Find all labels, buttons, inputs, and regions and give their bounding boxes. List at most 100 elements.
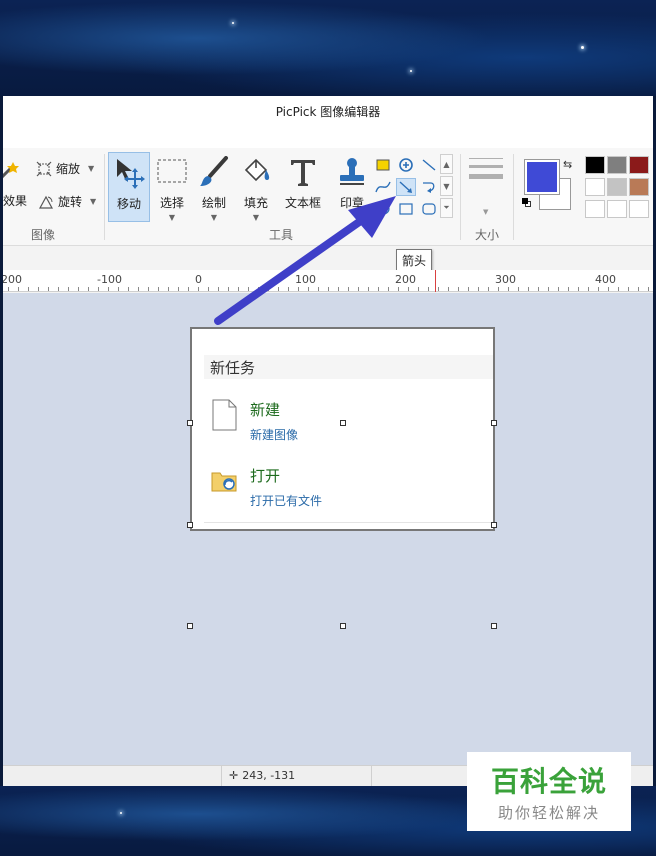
primary-color[interactable] [524,159,560,195]
shape-curve[interactable] [373,178,393,196]
palette-swatch[interactable] [607,200,627,218]
chevron-down-icon: ▼ [88,164,95,173]
shape-rectangle-highlight[interactable] [373,156,393,174]
ribbon-tab-strip [3,126,653,148]
resize-label: 缩放 [56,162,81,176]
palette-swatch[interactable] [607,156,627,174]
ruler-tick [408,287,409,291]
ruler-tick [138,287,139,291]
ruler-tick [238,287,239,291]
ruler-tick [438,287,439,291]
ruler-tick [48,287,49,291]
palette-swatch[interactable] [585,200,605,218]
ruler-tick [458,287,459,291]
stamp-tool-button[interactable]: 印章 [332,152,372,222]
group-separator [460,154,461,240]
ruler-tick [288,287,289,291]
ruler-tick [478,287,479,291]
line-width-sample [469,158,503,159]
ruler-tick [648,287,649,291]
ruler-tick [218,287,219,291]
chevron-down-icon: ▼ [252,213,260,222]
resize-handle[interactable] [340,623,346,629]
shape-line[interactable] [419,156,439,174]
palette-swatch[interactable] [629,178,649,196]
palette-swatch[interactable] [629,200,649,218]
ruler-tick [418,287,419,291]
size-line-width-button[interactable] [469,158,503,179]
resize-handle[interactable] [340,420,346,426]
palette-swatch[interactable] [585,178,605,196]
resize-button[interactable]: 缩放 ▼ [36,160,94,177]
canvas-image[interactable]: 新任务 新建 新建图像 打开 打开已有文件 [190,327,495,531]
ruler-tick [118,287,119,291]
draw-tool-button[interactable]: 绘制 ▼ [194,152,234,222]
ruler-tick [528,287,529,291]
ruler-tick [598,287,599,291]
ruler-tick [58,287,59,291]
select-tool-button[interactable]: 选择 ▼ [152,152,192,222]
ruler-label: 100 [295,273,316,286]
ruler-tick [378,287,379,291]
magic-wand-icon [3,162,19,179]
resize-icon [36,161,52,176]
ruler-tick [198,287,199,291]
status-divider [221,766,222,786]
reset-colors-icon[interactable] [522,198,532,208]
blank-document-icon [212,399,237,431]
ruler-tick [188,287,189,291]
ruler-tick [248,287,249,291]
palette-swatch[interactable] [629,156,649,174]
shape-rectangle[interactable] [396,200,416,218]
ruler-tick [28,287,29,291]
open-file-item[interactable]: 打开 打开已有文件 [210,465,322,509]
shape-connector[interactable] [419,178,439,196]
resize-handle[interactable] [491,420,497,426]
shape-magnify[interactable] [396,156,416,174]
ruler-tick [278,287,279,291]
palette-swatch[interactable] [585,156,605,174]
shapes-expand[interactable]: ⏷ [440,198,453,218]
resize-handle[interactable] [187,623,193,629]
shape-rounded-rectangle[interactable] [419,200,439,218]
shapes-scroll-down[interactable]: ▼ [440,176,453,196]
resize-handle[interactable] [187,522,193,528]
ruler-tick [388,287,389,291]
ruler-tick [348,287,349,291]
swap-colors-icon[interactable]: ⇆ [563,158,572,171]
window-title: PicPick 图像编辑器 [275,104,381,119]
highlight-rectangle-icon [376,159,390,171]
ruler-tick [558,287,559,291]
palette-swatch[interactable] [607,178,627,196]
textbox-tool-button[interactable]: 文本框 [279,152,327,222]
resize-handle[interactable] [491,623,497,629]
shapes-scroll-up[interactable]: ▲ [440,154,453,174]
ruler-tick [338,287,339,291]
ruler-tick [98,287,99,291]
expand-more-icon: ⏷ [443,203,450,212]
effects-button[interactable] [3,160,19,182]
stamp-label: 印章 [339,196,364,210]
ruler-tick [78,287,79,291]
ruler-tick [178,287,179,291]
ruler-label: 0 [195,273,202,286]
shape-ellipse[interactable] [373,200,393,218]
rotate-button[interactable]: 旋转 ▼ [38,193,96,210]
move-tool-button[interactable]: 移动 [108,152,150,222]
draw-label: 绘制 [201,196,226,210]
fill-tool-button[interactable]: 填充 ▼ [236,152,276,222]
resize-handle[interactable] [491,522,497,528]
resize-handle[interactable] [187,420,193,426]
ruler-tick [568,287,569,291]
new-image-item[interactable]: 新建 新建图像 [210,399,298,443]
chevron-down-icon: ▼ [483,208,489,216]
crosshair-icon: ✛ [229,769,239,782]
shape-arrow[interactable] [396,178,416,196]
chevron-down-icon: ▼ [168,213,176,222]
ribbon: 效果 缩放 ▼ 旋转 ▼ 图像 移动 选择 ▼ 绘制 ▼ 填充 ▼ 文本框 印章… [3,148,653,246]
watermark-sub-text: 助你轻松解决 [497,804,600,822]
ruler-cursor-marker [435,270,436,292]
ruler-tick [358,287,359,291]
ruler-tick [398,287,399,291]
star [581,46,584,49]
